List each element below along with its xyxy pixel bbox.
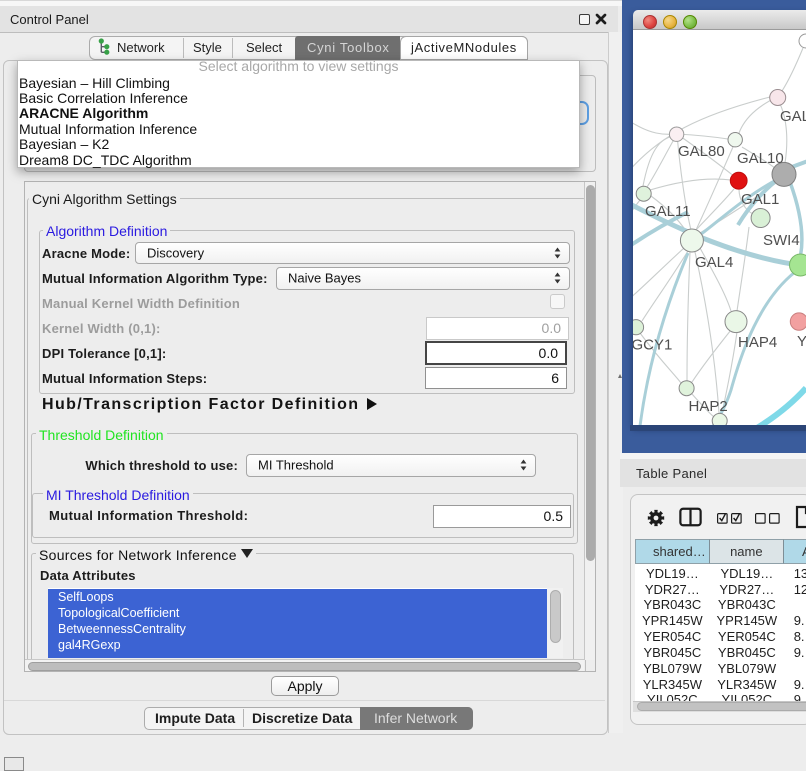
svg-text:GCY1: GCY1 — [633, 337, 672, 354]
svg-text:SWI4: SWI4 — [763, 232, 800, 249]
svg-text:GAL10: GAL10 — [737, 150, 784, 167]
svg-text:GAL1: GAL1 — [741, 191, 779, 208]
svg-text:HAP4: HAP4 — [738, 334, 777, 351]
svg-text:HAP2: HAP2 — [689, 398, 728, 415]
svg-text:GAL11: GAL11 — [645, 203, 691, 220]
svg-text:GAL7: GAL7 — [780, 108, 806, 125]
svg-text:GAL80: GAL80 — [678, 143, 725, 160]
svg-text:GAL4: GAL4 — [695, 254, 733, 271]
svg-text:Y: Y — [797, 333, 806, 350]
